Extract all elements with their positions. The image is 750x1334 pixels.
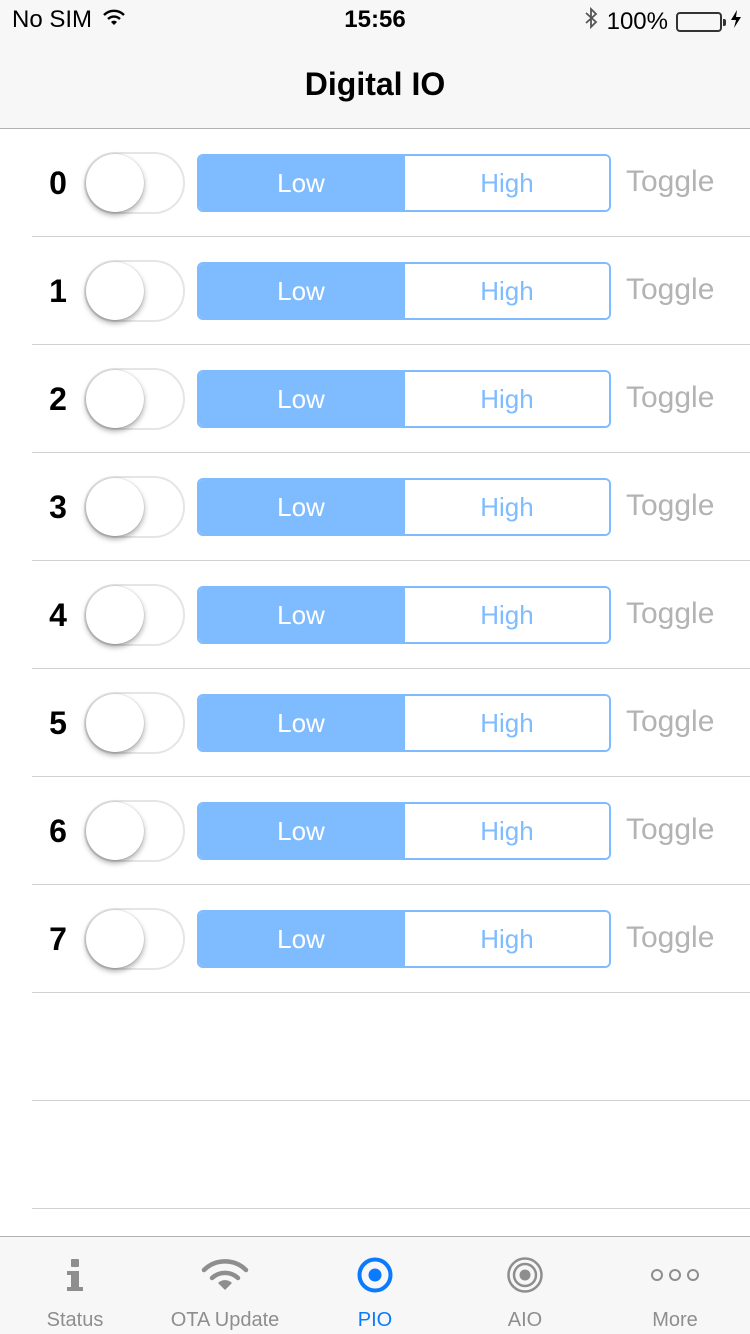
pin-number: 5: [49, 705, 67, 741]
segment-high[interactable]: High: [403, 156, 609, 210]
battery-percent: 100%: [606, 7, 668, 35]
pin-number: 3: [49, 489, 67, 525]
segment-low[interactable]: Low: [199, 588, 403, 642]
pin-switch[interactable]: [84, 260, 185, 322]
pin-row: 0 Low High Toggle: [0, 129, 750, 237]
pin-number: 1: [49, 273, 67, 309]
switch-knob: [86, 694, 144, 752]
switch-knob: [86, 370, 144, 428]
pin-number: 4: [49, 597, 67, 633]
wifi-icon: [150, 1253, 300, 1297]
target-icon: [300, 1253, 450, 1297]
level-segmented-control: Low High: [197, 370, 611, 428]
concentric-circles-icon: [450, 1253, 600, 1297]
more-icon: [600, 1253, 750, 1297]
pin-number: 6: [49, 813, 67, 849]
switch-knob: [86, 154, 144, 212]
status-bar: No SIM 15:56 100%: [0, 0, 750, 40]
segment-low[interactable]: Low: [199, 372, 403, 426]
empty-row: [0, 993, 750, 1101]
pin-row: 6 Low High Toggle: [0, 777, 750, 885]
pin-row: 3 Low High Toggle: [0, 453, 750, 561]
switch-knob: [86, 802, 144, 860]
bluetooth-icon: [583, 6, 599, 37]
segment-low[interactable]: Low: [199, 156, 403, 210]
tab-label: AIO: [507, 1309, 543, 1331]
pin-number: 7: [49, 921, 67, 957]
level-segmented-control: Low High: [197, 694, 611, 752]
pin-row: 1 Low High Toggle: [0, 237, 750, 345]
level-segmented-control: Low High: [197, 154, 611, 212]
tab-label: PIO: [357, 1309, 393, 1331]
segment-high[interactable]: High: [403, 804, 609, 858]
tab-bar: Status OTA Update PIO AIO More: [0, 1236, 750, 1334]
tab-pio[interactable]: PIO: [300, 1237, 450, 1334]
segment-low[interactable]: Low: [199, 912, 403, 966]
segment-high[interactable]: High: [403, 372, 609, 426]
segment-low[interactable]: Low: [199, 264, 403, 318]
pin-row: 5 Low High Toggle: [0, 669, 750, 777]
pin-number: 0: [49, 165, 67, 201]
empty-row: [0, 1101, 750, 1209]
segment-high[interactable]: High: [403, 588, 609, 642]
tab-ota-update[interactable]: OTA Update: [150, 1237, 300, 1334]
switch-knob: [86, 586, 144, 644]
toggle-button[interactable]: Toggle: [626, 597, 714, 631]
segment-low[interactable]: Low: [199, 804, 403, 858]
status-right: 100%: [583, 6, 742, 37]
pin-list: 0 Low High Toggle 1 Low High Toggle 2 Lo…: [0, 129, 750, 1209]
switch-knob: [86, 478, 144, 536]
tab-status[interactable]: Status: [0, 1237, 150, 1334]
battery-icon: [676, 11, 726, 32]
info-icon: [0, 1253, 150, 1297]
segment-high[interactable]: High: [403, 696, 609, 750]
tab-label: Status: [46, 1309, 104, 1331]
tab-label: More: [652, 1309, 698, 1331]
switch-knob: [86, 910, 144, 968]
navigation-bar: Digital IO: [0, 40, 750, 129]
pin-switch[interactable]: [84, 152, 185, 214]
level-segmented-control: Low High: [197, 262, 611, 320]
toggle-button[interactable]: Toggle: [626, 489, 714, 523]
toggle-button[interactable]: Toggle: [626, 705, 714, 739]
pin-switch[interactable]: [84, 476, 185, 538]
pin-number: 2: [49, 381, 67, 417]
segment-high[interactable]: High: [403, 264, 609, 318]
level-segmented-control: Low High: [197, 910, 611, 968]
segment-high[interactable]: High: [403, 480, 609, 534]
pin-switch[interactable]: [84, 368, 185, 430]
pin-row: 7 Low High Toggle: [0, 885, 750, 993]
tab-more[interactable]: More: [600, 1237, 750, 1334]
pin-switch[interactable]: [84, 800, 185, 862]
segment-low[interactable]: Low: [199, 480, 403, 534]
charging-bolt-icon: [730, 8, 742, 36]
pin-row: 4 Low High Toggle: [0, 561, 750, 669]
toggle-button[interactable]: Toggle: [626, 381, 714, 415]
pin-switch[interactable]: [84, 908, 185, 970]
pin-switch[interactable]: [84, 584, 185, 646]
level-segmented-control: Low High: [197, 802, 611, 860]
level-segmented-control: Low High: [197, 478, 611, 536]
tab-aio[interactable]: AIO: [450, 1237, 600, 1334]
toggle-button[interactable]: Toggle: [626, 165, 714, 199]
switch-knob: [86, 262, 144, 320]
pin-row: 2 Low High Toggle: [0, 345, 750, 453]
toggle-button[interactable]: Toggle: [626, 273, 714, 307]
segment-high[interactable]: High: [403, 912, 609, 966]
toggle-button[interactable]: Toggle: [626, 813, 714, 847]
toggle-button[interactable]: Toggle: [626, 921, 714, 955]
tab-label: OTA Update: [170, 1309, 280, 1331]
pin-switch[interactable]: [84, 692, 185, 754]
page-title: Digital IO: [304, 66, 446, 102]
level-segmented-control: Low High: [197, 586, 611, 644]
segment-low[interactable]: Low: [199, 696, 403, 750]
